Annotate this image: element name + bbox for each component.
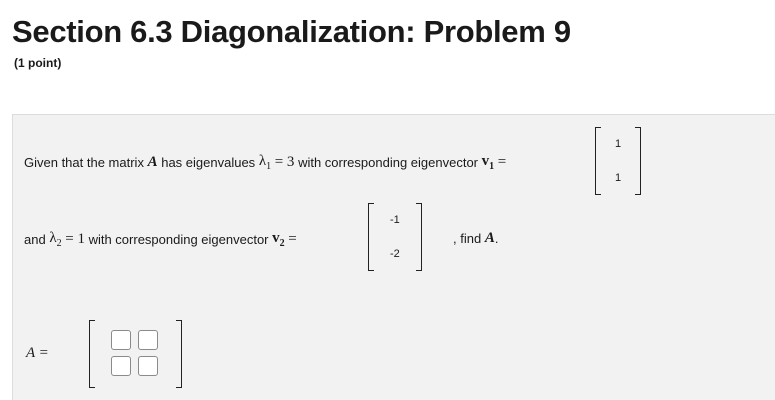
- answer-label: A =: [26, 345, 49, 362]
- problem-line-2: and λ2 = 1 with corresponding eigenvecto…: [24, 230, 297, 249]
- lambda1-subscript: 1: [266, 161, 272, 172]
- v1-matrix: 1 1: [595, 127, 642, 195]
- answer-cell-2-1[interactable]: [111, 356, 131, 376]
- v2-symbol: v2: [272, 230, 285, 249]
- find-text: , find A .: [453, 230, 498, 247]
- answer-matrix: [89, 320, 182, 388]
- find-symbol: A: [484, 230, 495, 246]
- lambda1-value: = 3: [274, 154, 295, 170]
- v2-entry-2: -2: [390, 248, 400, 260]
- answer-label-text: A =: [26, 345, 49, 361]
- line1-text-a: Given that the matrix: [24, 155, 144, 170]
- answer-right-bracket: [176, 320, 182, 388]
- page-title: Section 6.3 Diagonalization: Problem 9: [12, 14, 571, 49]
- v2-right-bracket: [415, 203, 422, 271]
- line1-text-c: with corresponding eigenvector: [298, 155, 478, 170]
- answer-cell-1-1[interactable]: [111, 330, 131, 350]
- v1-subscript: 1: [489, 161, 495, 172]
- v1-char: v: [481, 153, 490, 169]
- line1-text-b: has eigenvalues: [161, 155, 256, 170]
- v1-entry-2: 1: [615, 172, 622, 184]
- v2-char: v: [272, 230, 280, 246]
- lambda1-symbol: λ1: [259, 153, 271, 172]
- lambda2-value: = 1: [65, 231, 85, 247]
- matrix-symbol: A: [147, 154, 158, 170]
- lambda2-char: λ: [49, 230, 57, 246]
- v2-subscript: 2: [279, 238, 285, 249]
- problem-panel: Given that the matrix A has eigenvalues …: [12, 114, 775, 400]
- v1-entry-1: 1: [615, 138, 622, 150]
- find-period: .: [494, 231, 499, 246]
- v1-equals: =: [497, 154, 507, 170]
- v1-symbol: v1: [482, 153, 495, 172]
- line2-text-c: , find: [453, 231, 482, 246]
- v1-right-bracket: [635, 127, 642, 195]
- answer-cell-1-2[interactable]: [138, 330, 158, 350]
- v2-entry-1: -1: [390, 214, 400, 226]
- answer-grid: [95, 320, 176, 388]
- v2-matrix: -1 -2: [368, 203, 422, 271]
- answer-cell-2-2[interactable]: [138, 356, 158, 376]
- lambda2-subscript: 2: [56, 238, 62, 249]
- lambda1-char: λ: [258, 153, 267, 169]
- line2-text-b: with corresponding eigenvector: [88, 232, 269, 247]
- problem-page: Section 6.3 Diagonalization: Problem 9 (…: [0, 0, 775, 400]
- line2-text-a: and: [24, 232, 46, 247]
- v2-equals: =: [288, 231, 297, 247]
- lambda2-symbol: λ2: [49, 230, 61, 249]
- problem-line-1: Given that the matrix A has eigenvalues …: [24, 153, 506, 172]
- points-label: (1 point): [14, 56, 62, 70]
- v1-entries: 1 1: [601, 127, 635, 195]
- v2-entries: -1 -2: [374, 203, 416, 271]
